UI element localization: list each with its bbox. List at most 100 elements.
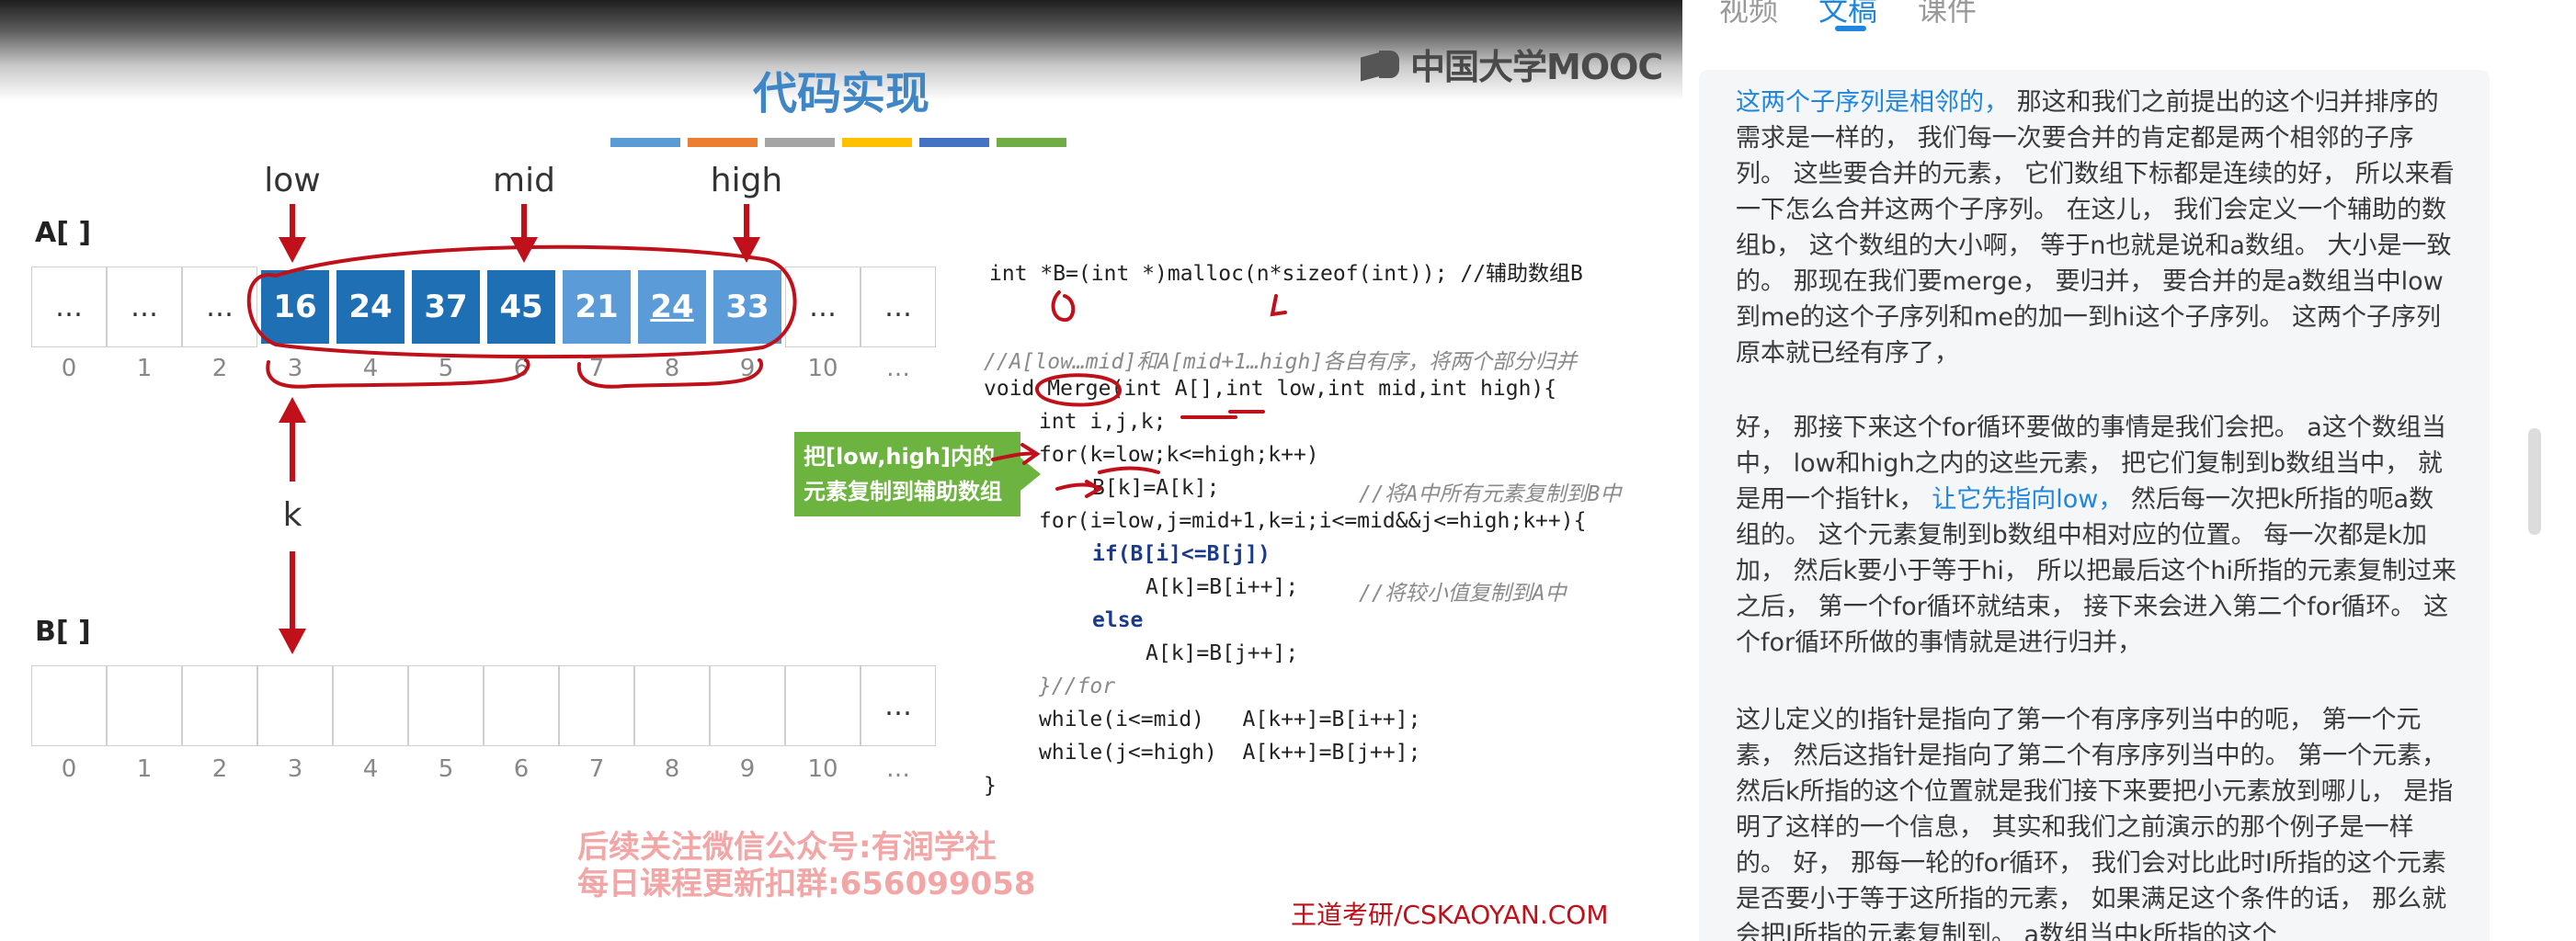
transcript-paragraph[interactable]: 好， 那接下来这个for循环要做的事情是我们会把。 a这个数组当中， low和h… — [1736, 410, 2458, 661]
transcript-highlight[interactable]: 这两个子序列是相邻的， — [1736, 88, 2009, 117]
k-arrow-down-head — [279, 629, 306, 654]
annotation-underline-k — [1098, 466, 1160, 474]
array-index-label: 6 — [513, 355, 530, 382]
array-b-cell — [710, 665, 785, 746]
array-b-cell — [333, 665, 408, 746]
transcript-highlight[interactable]: 让它先指向low， — [1932, 485, 2123, 514]
array-b-cell — [107, 665, 182, 746]
array-b-cell — [484, 665, 559, 746]
tab-courseware[interactable]: 课件 — [1918, 0, 1977, 39]
array-index-label: 4 — [362, 355, 379, 382]
array-index-label: 0 — [61, 355, 77, 382]
array-index-label: 10 — [807, 755, 838, 783]
array-a-label: A[ ] — [35, 217, 92, 249]
array-b: … — [31, 665, 936, 746]
array-index-label: 1 — [136, 355, 153, 382]
cell-value: 37 — [424, 289, 468, 325]
pointer-label-low: low — [264, 162, 321, 199]
slide-title-wrap: 代码实现 — [0, 57, 1682, 121]
array-a-indices: 0 1 2 3 4 5 6 7 8 9 10… — [31, 355, 936, 382]
k-arrow-up-head — [279, 397, 306, 423]
transcript-text[interactable]: 这儿定义的I指针是指向了第一个有序序列当中的呃， 第一个元素， 然后这指针是指向… — [1736, 706, 2453, 941]
array-a-cell: 21 — [559, 266, 634, 347]
array-index-label: 5 — [438, 755, 454, 783]
array-index-label: 1 — [136, 755, 153, 783]
array-a-cell: … — [182, 266, 257, 347]
k-arrow-up-shaft — [290, 421, 295, 482]
color-strip-segment — [997, 138, 1066, 147]
transcript-paragraph[interactable]: 这儿定义的I指针是指向了第一个有序序列当中的呃， 第一个元素， 然后这指针是指向… — [1736, 702, 2458, 941]
code-line-assign2: A[k]=B[j++]; — [1146, 641, 1299, 665]
array-b-cell — [408, 665, 484, 746]
k-arrow-down-shaft — [290, 551, 295, 630]
code-line-for1: for(k=low;k<=high;k++) — [1039, 443, 1319, 467]
copy-to-b-callout: 把[low,high]内的元素复制到辅助数组B — [794, 432, 1041, 539]
array-index-label: … — [886, 755, 910, 783]
array-a-cell: 37 — [408, 266, 484, 347]
array-index-label: 7 — [588, 355, 605, 382]
cell-value: … — [809, 290, 837, 323]
array-b-cell — [634, 665, 710, 746]
cell-value: 33 — [725, 289, 769, 325]
code-line-close-func: } — [984, 774, 997, 798]
cell-value: … — [55, 290, 83, 323]
code-comment-copy: //将A中所有元素复制到B中 — [1359, 482, 1622, 506]
array-a: … … … 16 24 37 45 21 24 33 … … — [31, 266, 936, 347]
promo-line-2: 每日课程更新扣群:656099058 — [577, 866, 1036, 902]
promo-watermark: 后续关注微信公众号:有润学社 每日课程更新扣群:656099058 — [577, 829, 1036, 902]
color-strip-segment — [842, 138, 912, 147]
high-arrow-head — [733, 237, 760, 263]
transcript-paragraph[interactable]: 这两个子序列是相邻的， 那这和我们之前提出的这个归并排序的需求是一样的， 我们每… — [1736, 85, 2458, 371]
array-index-label: 2 — [211, 355, 228, 382]
array-index-label: 3 — [287, 755, 303, 783]
cell-value: … — [884, 689, 912, 722]
array-index-label: 8 — [664, 755, 680, 783]
array-index-label: 3 — [287, 355, 303, 382]
mid-arrow-shaft — [521, 204, 527, 241]
array-a-cell: … — [31, 266, 107, 347]
cell-value: 45 — [499, 289, 543, 325]
array-index-label: 9 — [739, 755, 756, 783]
cell-value: 21 — [575, 289, 619, 325]
array-a-cell: 45 — [484, 266, 559, 347]
side-panel: 视频 文稿 课件 这两个子序列是相邻的， 那这和我们之前提出的这个归并排序的需求… — [1682, 0, 2576, 941]
cell-value: 16 — [273, 289, 317, 325]
side-tabs: 视频 文稿 课件 — [1719, 0, 1977, 39]
array-b-cell — [31, 665, 107, 746]
array-b-cell: … — [861, 665, 936, 746]
tab-video[interactable]: 视频 — [1719, 0, 1778, 39]
code-line-copy: B[k]=A[k]; — [1092, 476, 1220, 500]
array-a-cell: 24 — [333, 266, 408, 347]
cell-value: … — [131, 290, 158, 323]
array-index-label: 9 — [739, 355, 756, 382]
pointer-label-mid: mid — [493, 162, 555, 199]
high-arrow-shaft — [744, 204, 749, 241]
array-index-label: 6 — [513, 755, 530, 783]
code-line-func: void Merge(int A[],int low,int mid,int h… — [984, 377, 1557, 401]
array-a-cell: … — [785, 266, 861, 347]
array-index-label: 4 — [362, 755, 379, 783]
array-index-label: 0 — [61, 755, 77, 783]
color-strip-segment — [919, 138, 989, 147]
code-comment-assign: //将较小值复制到A中 — [1359, 582, 1567, 606]
array-a-cell: … — [861, 266, 936, 347]
transcript-card[interactable]: 这两个子序列是相邻的， 那这和我们之前提出的这个归并排序的需求是一样的， 我们每… — [1699, 70, 2490, 941]
video-player[interactable]: 中国大学MOOC 代码实现 low mid high k A[ ] ……… 16 2… — [0, 0, 1682, 941]
code-line-for2: for(i=low,j=mid+1,k=i;i<=mid&&j<=high;k+… — [1039, 509, 1587, 533]
code-comment-heading: //A[low…mid]和A[mid+1…high]各自有序，将两个部分归并 — [984, 350, 1578, 374]
cell-value: … — [206, 290, 234, 323]
pointer-label-high: high — [710, 162, 783, 199]
array-index-label: 10 — [807, 355, 838, 382]
transcript-scrollbar[interactable] — [2528, 428, 2541, 535]
active-tab-indicator — [1835, 26, 1866, 31]
code-malloc-text: int *B=(int *)malloc(n*sizeof(int)); //辅… — [989, 262, 1583, 286]
low-arrow-shaft — [290, 204, 295, 241]
transcript-text[interactable]: 那这和我们之前提出的这个归并排序的需求是一样的， 我们每一次要合并的肯定都是两个… — [1736, 88, 2455, 368]
array-b-label: B[ ] — [35, 616, 91, 648]
tab-transcript[interactable]: 文稿 — [1818, 0, 1877, 39]
code-line-assign1: A[k]=B[i++]; — [1146, 575, 1299, 599]
array-index-label: … — [886, 355, 910, 382]
array-a-cell: 24 — [634, 266, 710, 347]
array-index-label: 2 — [211, 755, 228, 783]
pointer-label-k: k — [282, 496, 302, 534]
